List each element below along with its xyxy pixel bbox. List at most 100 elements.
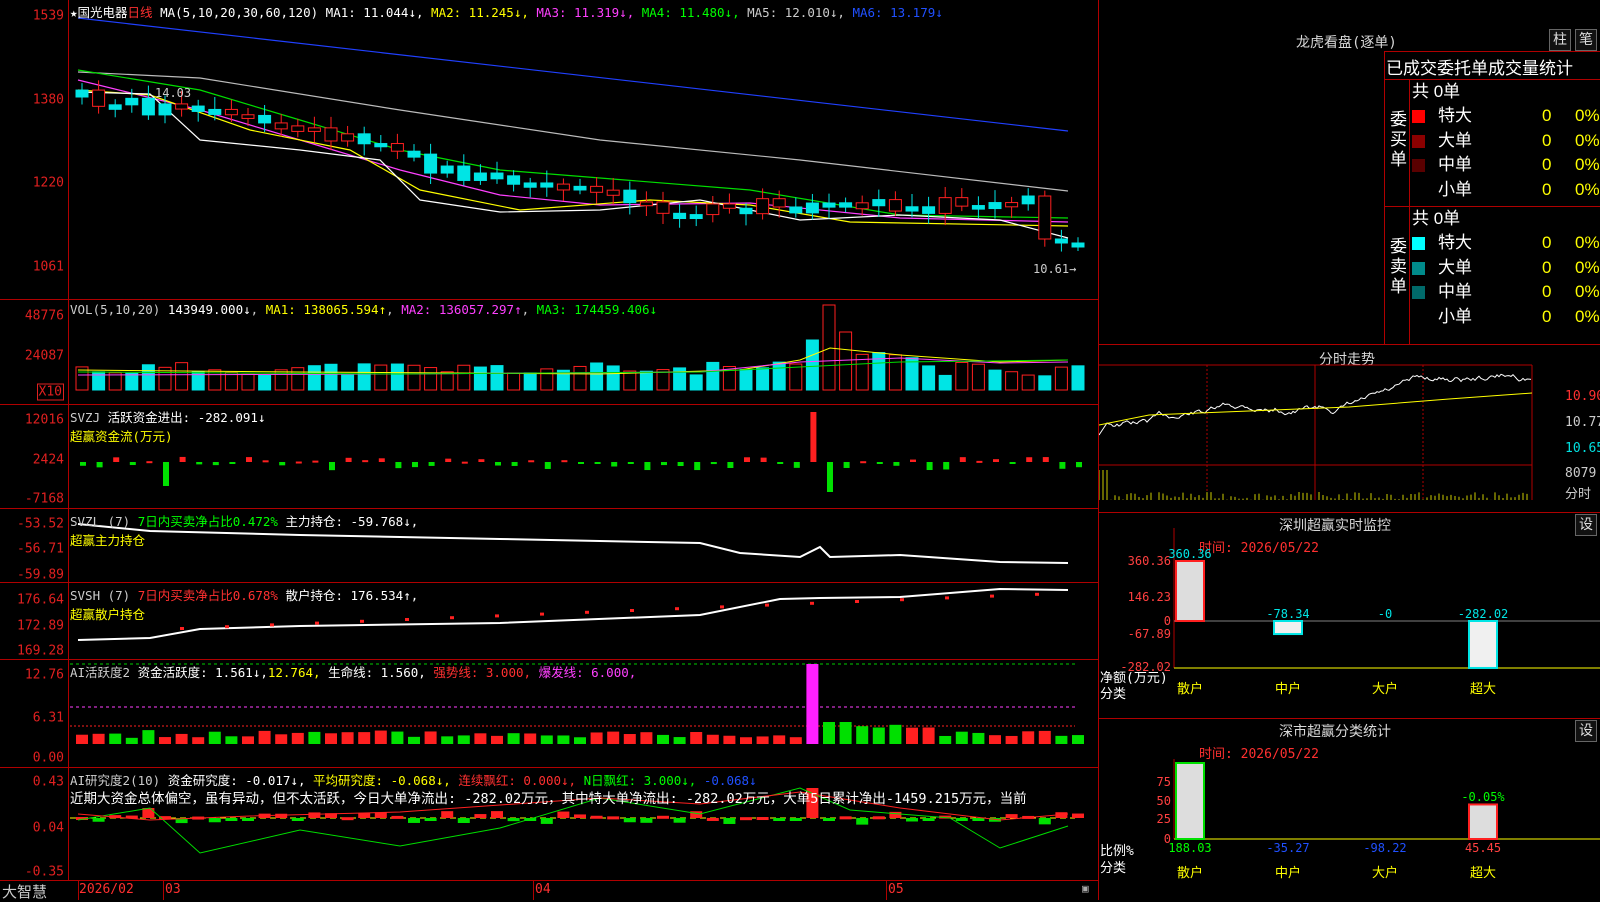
svsh-panel[interactable]: 176.64 172.89 169.28 SVSH (7) 7日内买卖净占比0.… — [0, 583, 1098, 660]
activity-bar — [1072, 735, 1084, 744]
order-row: 小单 0 0% — [1412, 178, 1600, 203]
candle-body — [274, 122, 288, 130]
ai-activity-panel[interactable]: 12.76 6.31 0.00 AI活跃度2 资金活跃度: 1.561↓,12.… — [0, 660, 1098, 768]
candle-body — [92, 89, 106, 107]
ma-value-4: MA4: 11.480↓, — [634, 5, 740, 20]
monitor-tick: 360.36 — [1128, 554, 1171, 568]
candle-body — [772, 198, 786, 208]
research-bar — [1038, 818, 1051, 825]
flow-bar — [1042, 457, 1049, 462]
flow-bar — [329, 462, 335, 471]
stats-tick: 75 — [1157, 775, 1171, 789]
ai2-summary: 近期大资金总体偏空，虽有异动，但不太活跃，今日大单净流出: -282.02万元，… — [70, 791, 1027, 807]
flow-bar — [179, 456, 186, 462]
longhu-subtitle: 已成交委托单成交量统计 — [1386, 59, 1573, 78]
ma-values: MA1: 11.044↓, MA2: 11.245↓, MA3: 11.319↓… — [326, 5, 943, 20]
retail-mark — [270, 623, 274, 627]
flow-bar — [246, 457, 252, 462]
svzl-panel[interactable]: -53.52 -56.71 -59.89 SVZL (7) 7日内买卖净占比0.… — [0, 509, 1098, 583]
retail-mark — [450, 616, 454, 620]
order-total: 共 0单 — [1412, 209, 1461, 228]
volume-bar — [772, 361, 786, 391]
flow-bar — [760, 457, 767, 462]
candle-body — [125, 97, 139, 106]
kline-panel[interactable]: 1539 1380 1220 1061 ★国光电器日线 MA(5,10,20,3… — [0, 0, 1098, 300]
research-bar — [773, 818, 786, 821]
svzj-header: SVZJ 活跃资金进出: -282.091↓ 超赢资金流(万元) — [70, 407, 265, 445]
order-row: 大单 0 0% — [1412, 129, 1600, 154]
intraday-panel[interactable]: 分时走势 10.90 10.77 10.65 8079 分时 — [1099, 345, 1600, 513]
research-bar — [457, 818, 470, 824]
vol-ma1-line — [77, 347, 1069, 375]
x-label: 05 — [888, 882, 904, 897]
candle-body — [175, 103, 189, 110]
volume-bar — [739, 368, 753, 391]
retail-mark — [1035, 592, 1039, 596]
order-name: 中单 — [1438, 155, 1472, 174]
activity-bar — [325, 733, 337, 744]
flow-bar — [146, 461, 153, 464]
order-row: 特大 0 0% — [1412, 104, 1600, 129]
flow-bar — [461, 461, 468, 464]
activity-bar — [922, 727, 935, 744]
candle-body — [988, 202, 1002, 210]
volume-bar — [407, 364, 421, 391]
retail-mark — [900, 598, 904, 602]
candle-body — [938, 197, 952, 214]
svzj-panel[interactable]: 12016 2424 -7168 SVZJ 活跃资金进出: -282.091↓ … — [0, 405, 1098, 509]
ai2-header: AI研究度2(10) 资金研究度: -0.017↓, 平均研究度: -0.068… — [70, 770, 1098, 809]
activity-bar — [524, 733, 537, 744]
tick-mode-button[interactable]: 笔 — [1575, 29, 1597, 51]
order-row: 中单 0 0% — [1412, 280, 1600, 305]
order-swatch — [1412, 134, 1425, 148]
svzl-sub: 超赢主力持仓 — [70, 533, 146, 548]
candle-body — [307, 127, 321, 132]
research-bar — [1005, 814, 1018, 818]
research-bar — [408, 818, 420, 823]
candle-body — [639, 201, 653, 207]
volume-bar — [689, 374, 703, 391]
candle-body — [540, 182, 554, 188]
ai2-research: 资金研究度: -0.017↓, — [167, 773, 306, 788]
period-label[interactable]: 日线 — [128, 5, 153, 20]
flow-bar — [661, 462, 667, 466]
volume-bar — [523, 372, 537, 391]
activity-bar — [109, 733, 122, 744]
research-bar — [972, 818, 985, 821]
bar-mode-button[interactable]: 柱 — [1549, 29, 1571, 51]
monitor-panel[interactable]: 深圳超赢实时监控 设 时间: 2026/05/22 360.36 146.23 0-… — [1099, 513, 1600, 719]
order-swatch — [1412, 184, 1425, 197]
activity-bar — [275, 734, 288, 744]
ai2-avg: 平均研究度: -0.068↓, — [313, 773, 451, 788]
flow-bar — [212, 462, 219, 466]
research-bar — [308, 812, 321, 818]
retail-mark — [855, 600, 859, 603]
activity-bar — [906, 727, 918, 744]
flow-bar — [412, 462, 418, 468]
svsh-value: 散户持仓: 176.534↑, — [285, 588, 419, 603]
candle-body — [258, 114, 272, 124]
candle-body — [855, 202, 869, 210]
lock-icon[interactable]: ▣ — [1082, 882, 1089, 895]
ai2-nred: N日飘红: 3.000↓, — [583, 773, 697, 788]
star-icon[interactable]: ★ — [70, 5, 78, 20]
monitor-xlabel: 分类 — [1100, 687, 1127, 702]
volume-panel[interactable]: 48776 24087 X10 VOL(5,10,20) 143949.000↓… — [0, 300, 1098, 405]
candle-body — [224, 108, 238, 116]
ai-research-panel[interactable]: 0.43 0.04 -0.35 AI研究度2(10) 资金研究度: -0.017… — [0, 768, 1098, 881]
candle-body — [1071, 242, 1085, 248]
longhu-panel[interactable]: 龙虎看盘(逐单) 柱 笔 已成交委托单成交量统计 委买单 委卖单 共 0单 特大 0… — [1099, 0, 1600, 345]
volume-bar — [440, 371, 454, 391]
svzl-name: SVZL (7) — [70, 514, 131, 529]
stats-bar-label: -98.22 — [1363, 841, 1406, 855]
monitor-chart[interactable]: 360.36 146.23 0-67.89 -282.02 360.36 散户 -78.34… — [1099, 513, 1600, 718]
stats-chart[interactable]: 7550250188.03散户-35.27中户-98.22大户45.45超大-0… — [1099, 719, 1600, 900]
activity-bar — [258, 730, 271, 744]
flow-bar — [860, 461, 867, 464]
intraday-chart[interactable] — [1099, 345, 1600, 512]
candlestick-chart[interactable] — [0, 0, 1098, 299]
x-label: 2026/02 — [79, 882, 134, 897]
flow-bar — [677, 462, 684, 467]
stats-panel[interactable]: 深市超赢分类统计 设 时间: 2026/05/22 75 50 25 0 188.03 散… — [1099, 719, 1600, 900]
candle-body — [673, 212, 687, 220]
